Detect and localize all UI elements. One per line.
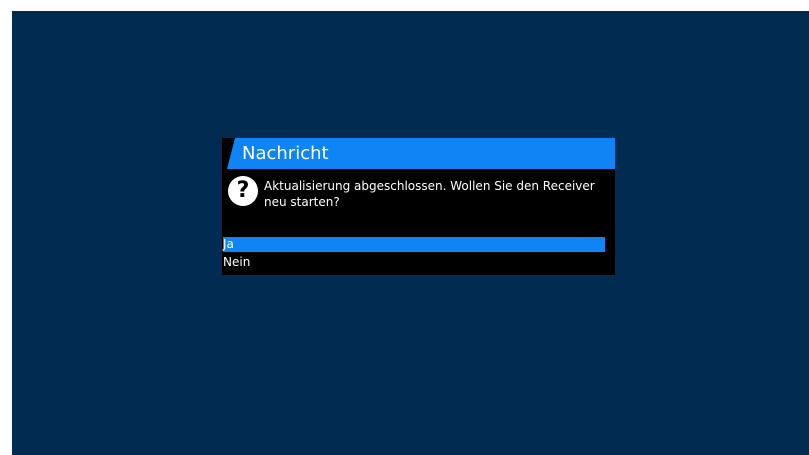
option-no[interactable]: Nein xyxy=(223,255,250,270)
tv-screen: Nachricht ? Aktualisierung abgeschlossen… xyxy=(12,11,809,455)
dialog-header: Nachricht xyxy=(227,138,615,169)
dialog-message: Aktualisierung abgeschlossen. Wollen Sie… xyxy=(264,179,595,209)
message-dialog: Nachricht ? Aktualisierung abgeschlossen… xyxy=(222,138,615,275)
dialog-title: Nachricht xyxy=(242,143,329,164)
option-yes[interactable]: Ja xyxy=(223,237,605,252)
question-icon: ? xyxy=(228,176,258,206)
